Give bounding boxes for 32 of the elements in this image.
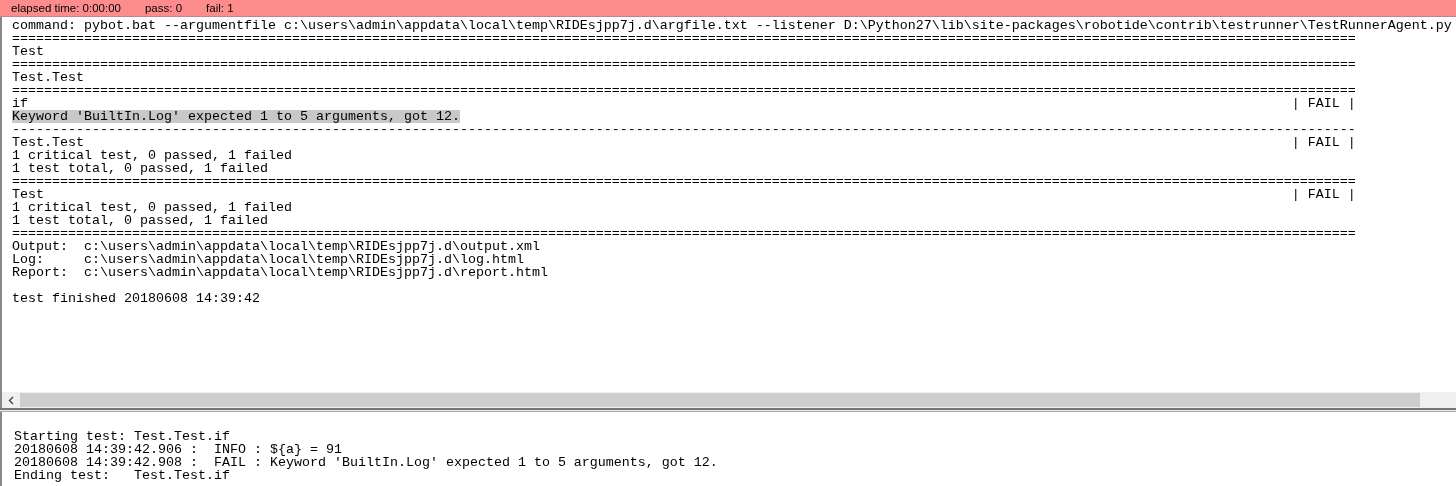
- console-line: 1 test total, 0 passed, 1 failed: [12, 214, 269, 227]
- console-line: test finished 20180608 14:39:42: [12, 292, 261, 305]
- separator-line: ------------------------------------------------------------------------------------------------------------------------------------------------------------------------: [12, 123, 1357, 136]
- fail-count: fail: 1: [206, 2, 234, 14]
- log-line: 20180608 14:39:42.906 : INFO : ${a} = 91: [14, 443, 343, 456]
- log-line: 20180608 14:39:42.908 : FAIL : Keyword 'BuiltIn.Log' expected 1 to 5 arguments, got 12.: [14, 456, 719, 469]
- test-name: if: [12, 97, 28, 110]
- log-line: Starting test: Test.Test.if: [14, 430, 231, 443]
- console-line: 1 critical test, 0 passed, 1 failed: [12, 201, 293, 214]
- console-line: Log: c:\users\admin\appdata\local\temp\RIDEsjpp7j.d\log.html: [12, 253, 524, 266]
- pass-count: pass: 0: [144, 2, 183, 14]
- console-line: 1 test total, 0 passed, 1 failed: [12, 162, 269, 175]
- console-line: Test: [12, 45, 45, 58]
- test-name: Test.Test: [12, 136, 84, 149]
- console-line: Output: c:\users\admin\appdata\local\temp\RIDEsjpp7j.d\output.xml: [12, 240, 541, 253]
- separator-line: ========================================================================================================================================================================: [12, 58, 1357, 71]
- separator-line: ========================================================================================================================================================================: [12, 227, 1357, 240]
- test-status: | FAIL |: [1291, 97, 1356, 110]
- console-line: command: pybot.bat --argumentfile c:\users\admin\appdata\local\temp\RIDEsjpp7j.d\argfile.txt --listener D:\Python27\lib\site-packages\robotide\contrib\testrunner\TestRunnerAgent.py: [12, 19, 1453, 32]
- elapsed-time: elapsed time: 0:00:00: [11, 2, 121, 14]
- test-name: Test: [12, 188, 44, 201]
- separator-line: ========================================================================================================================================================================: [12, 32, 1356, 45]
- separator-line: ========================================================================================================================================================================: [12, 175, 1357, 188]
- test-status: | FAIL |: [1291, 136, 1356, 149]
- horizontal-scrollbar[interactable]: [2, 392, 1456, 408]
- separator-line: ========================================================================================================================================================================: [12, 84, 1357, 97]
- scrollbar-thumb[interactable]: [20, 393, 1420, 407]
- log-line: Ending test: Test.Test.if: [14, 469, 231, 482]
- test-status: | FAIL |: [1291, 188, 1356, 201]
- console-line: 1 critical test, 0 passed, 1 failed: [12, 149, 293, 162]
- console-line: Test.Test: [12, 71, 85, 84]
- console-line: Report: c:\users\admin\appdata\local\temp\RIDEsjpp7j.d\report.html: [12, 266, 549, 279]
